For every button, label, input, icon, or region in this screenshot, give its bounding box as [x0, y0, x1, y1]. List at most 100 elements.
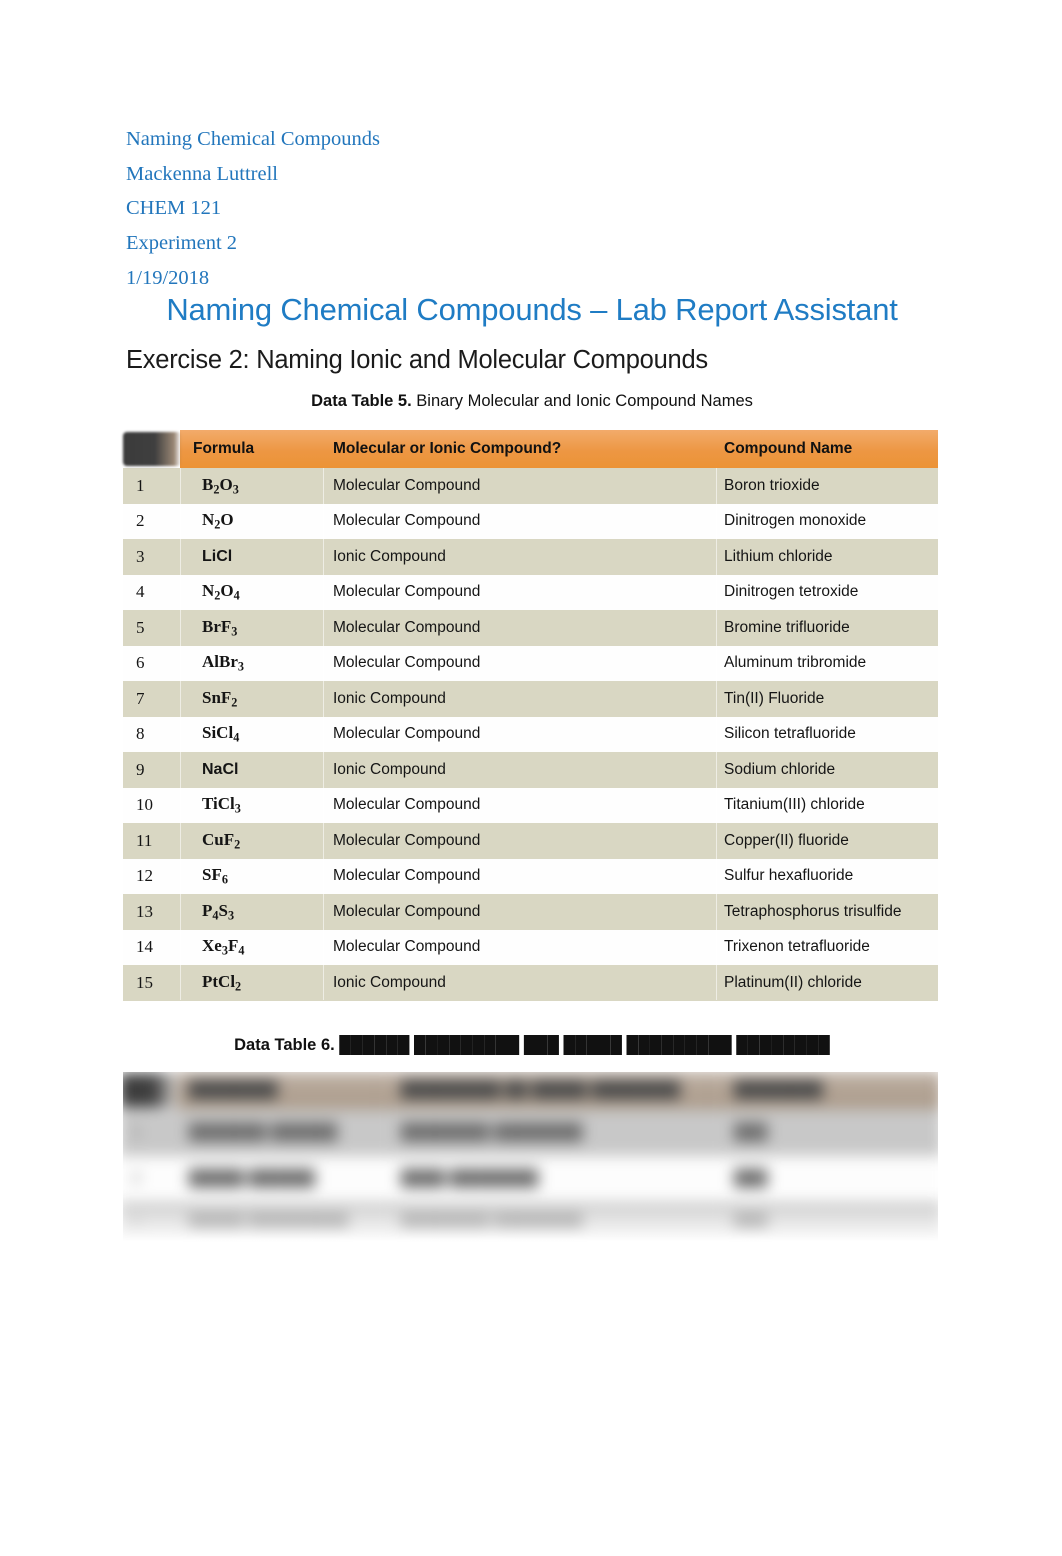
- cell-compound-name: Tin(II) Fluoride: [716, 681, 938, 717]
- cell-compound-type: Molecular Compound: [323, 858, 716, 894]
- table-row: 8 SiCl4 Molecular Compound Silicon tetraflu…: [123, 716, 938, 752]
- cell-compound-type: Molecular Compound: [323, 823, 716, 859]
- data-table-5-caption: Data Table 5. Binary Molecular and Ionic…: [126, 392, 938, 411]
- cell-compound-name: Dinitrogen tetroxide: [716, 574, 938, 610]
- table-row: 1 ███████ ██████ ████████ ████████ ███: [123, 1109, 938, 1156]
- cell-compound-name: Titanium(III) chloride: [716, 787, 938, 823]
- cell-row-number: 14: [123, 929, 180, 965]
- cell-row-number: 10: [123, 787, 180, 823]
- table-row: 10 TiCl3 Molecular Compound Titanium(III) c…: [123, 787, 938, 823]
- table-row: 3 LiCl Ionic Compound Lithium chloride: [123, 539, 938, 575]
- cell-compound-type: Molecular Compound: [323, 894, 716, 930]
- cell-row-number: 3: [123, 539, 180, 575]
- cell-formula: SnF2: [180, 681, 323, 717]
- cell-row-number: 8: [123, 716, 180, 752]
- data-table-5-body: 1 B2O3 Molecular Compound Boron trioxide 2 N2…: [123, 468, 938, 1001]
- table-row: 13 P4S3 Molecular Compound Tetraphosphorus …: [123, 894, 938, 930]
- exercise-heading: Exercise 2: Naming Ionic and Molecular C…: [126, 346, 708, 374]
- data-table-5-caption-label: Data Table 5.: [311, 392, 412, 410]
- cell-row-number: 4: [123, 574, 180, 610]
- cell-formula: N2O4: [180, 574, 323, 610]
- cell-compound-name: Platinum(II) chloride: [716, 965, 938, 1001]
- cell-compound-name: Bromine trifluoride: [716, 610, 938, 646]
- data-table-6-caption-label: Data Table 6.: [234, 1036, 335, 1054]
- cell-formula: LiCl: [180, 539, 323, 575]
- meta-line-course: CHEM 121: [126, 197, 222, 220]
- cell-formula: CuF2: [180, 823, 323, 859]
- document-meta-block: Naming Chemical Compounds Mackenna Luttr…: [126, 122, 826, 296]
- table-row: 14 Xe3F4 Molecular Compound Trixenon tetraf…: [123, 929, 938, 965]
- document-page: Naming Chemical Compounds Mackenna Luttr…: [0, 0, 1062, 1556]
- table-row: 12 SF6 Molecular Compound Sulfur hexafluori…: [123, 858, 938, 894]
- table-row: 6 AlBr3 Molecular Compound Aluminum tribrom…: [123, 645, 938, 681]
- table-row: 4 N2O4 Molecular Compound Dinitrogen tetrox…: [123, 574, 938, 610]
- cell-formula: TiCl3: [180, 787, 323, 823]
- cell-row-number: 6: [123, 645, 180, 681]
- cell-compound-type: Ionic Compound: [323, 681, 716, 717]
- cell-row-number: 1: [123, 1109, 177, 1156]
- data-table-5-header: Formula Molecular or Ionic Compound? Com…: [123, 430, 938, 468]
- cell-compound-name: ███: [721, 1109, 938, 1156]
- column-header-compound-name: ████████: [721, 1072, 938, 1110]
- data-table-6-blurred-region: ████████ █████████ ██ █████ ████████ ███…: [123, 1072, 938, 1254]
- cell-row-number: 11: [123, 823, 180, 859]
- cell-compound-name: Boron trioxide: [716, 468, 938, 504]
- cell-compound-name: Copper(II) fluoride: [716, 823, 938, 859]
- cell-compound-type: Molecular Compound: [323, 610, 716, 646]
- column-header-compound-type: Molecular or Ionic Compound?: [323, 430, 716, 468]
- column-header-formula: ████████: [176, 1072, 389, 1110]
- cell-row-number: 1: [123, 468, 180, 504]
- column-header-number: [123, 1072, 178, 1110]
- cell-row-number: 7: [123, 681, 180, 717]
- cell-compound-type: ████ ████████: [388, 1155, 722, 1203]
- page-title: Naming Chemical Compounds – Lab Report A…: [166, 292, 898, 327]
- cell-compound-type: Ionic Compound: [323, 539, 716, 575]
- cell-formula: ███████ ██████: [176, 1109, 389, 1156]
- cell-row-number: 2: [123, 503, 180, 539]
- cell-compound-type: Molecular Compound: [323, 645, 716, 681]
- cell-formula: NaCl: [180, 752, 323, 788]
- column-header-formula: Formula: [180, 430, 323, 468]
- table-header-row: Formula Molecular or Ionic Compound? Com…: [123, 430, 938, 468]
- meta-line-experiment: Experiment 2: [126, 232, 238, 255]
- cell-compound-name: Sodium chloride: [716, 752, 938, 788]
- cell-compound-type: Molecular Compound: [323, 468, 716, 504]
- data-table-5: Formula Molecular or Ionic Compound? Com…: [123, 430, 938, 1001]
- column-header-compound-name: Compound Name: [716, 430, 938, 468]
- cell-compound-name: Trixenon tetrafluoride: [716, 929, 938, 965]
- cell-row-number: 13: [123, 894, 180, 930]
- cell-compound-name: Silicon tetrafluoride: [716, 716, 938, 752]
- cell-compound-type: Ionic Compound: [323, 752, 716, 788]
- column-header-number: [123, 430, 181, 468]
- cell-formula: B2O3: [180, 468, 323, 504]
- cell-compound-type: ████████ ████████: [388, 1109, 722, 1156]
- row-number-header-chip: [123, 1073, 178, 1108]
- cell-compound-name: Aluminum tribromide: [716, 645, 938, 681]
- cell-compound-name: ███: [721, 1155, 938, 1203]
- cell-compound-name: Tetraphosphorus trisulfide: [716, 894, 938, 930]
- cell-compound-name: Sulfur hexafluoride: [716, 858, 938, 894]
- cell-formula: █████ ██████: [176, 1155, 389, 1203]
- meta-line-title: Naming Chemical Compounds: [126, 128, 380, 150]
- row-number-header-chip: [123, 432, 181, 466]
- cell-row-number: 9: [123, 752, 180, 788]
- cell-compound-type: Molecular Compound: [323, 716, 716, 752]
- table-header-row: ████████ █████████ ██ █████ ████████ ███…: [123, 1072, 938, 1110]
- data-table-6-caption: Data Table 6. ██████ █████████ ███ █████…: [126, 1036, 938, 1055]
- data-table-6-header: ████████ █████████ ██ █████ ████████ ███…: [123, 1072, 938, 1110]
- cell-formula: N2O: [180, 503, 323, 539]
- cell-formula: AlBr3: [180, 645, 323, 681]
- cell-row-number: 15: [123, 965, 180, 1001]
- table-row: 15 PtCl2 Ionic Compound Platinum(II) chlori…: [123, 965, 938, 1001]
- cell-compound-type: Molecular Compound: [323, 503, 716, 539]
- cell-formula: Xe3F4: [180, 929, 323, 965]
- cell-row-number: 12: [123, 858, 180, 894]
- cell-row-number: 2: [123, 1155, 177, 1203]
- cell-compound-type: Molecular Compound: [323, 574, 716, 610]
- table-row: 11 CuF2 Molecular Compound Copper(II) fluor…: [123, 823, 938, 859]
- table-row: 2 N2O Molecular Compound Dinitrogen monoxid…: [123, 503, 938, 539]
- data-table-5-caption-text: Binary Molecular and Ionic Compound Name…: [411, 392, 753, 410]
- cell-compound-type: Molecular Compound: [323, 787, 716, 823]
- cell-compound-type: Molecular Compound: [323, 929, 716, 965]
- meta-line-author: Mackenna Luttrell: [126, 162, 278, 185]
